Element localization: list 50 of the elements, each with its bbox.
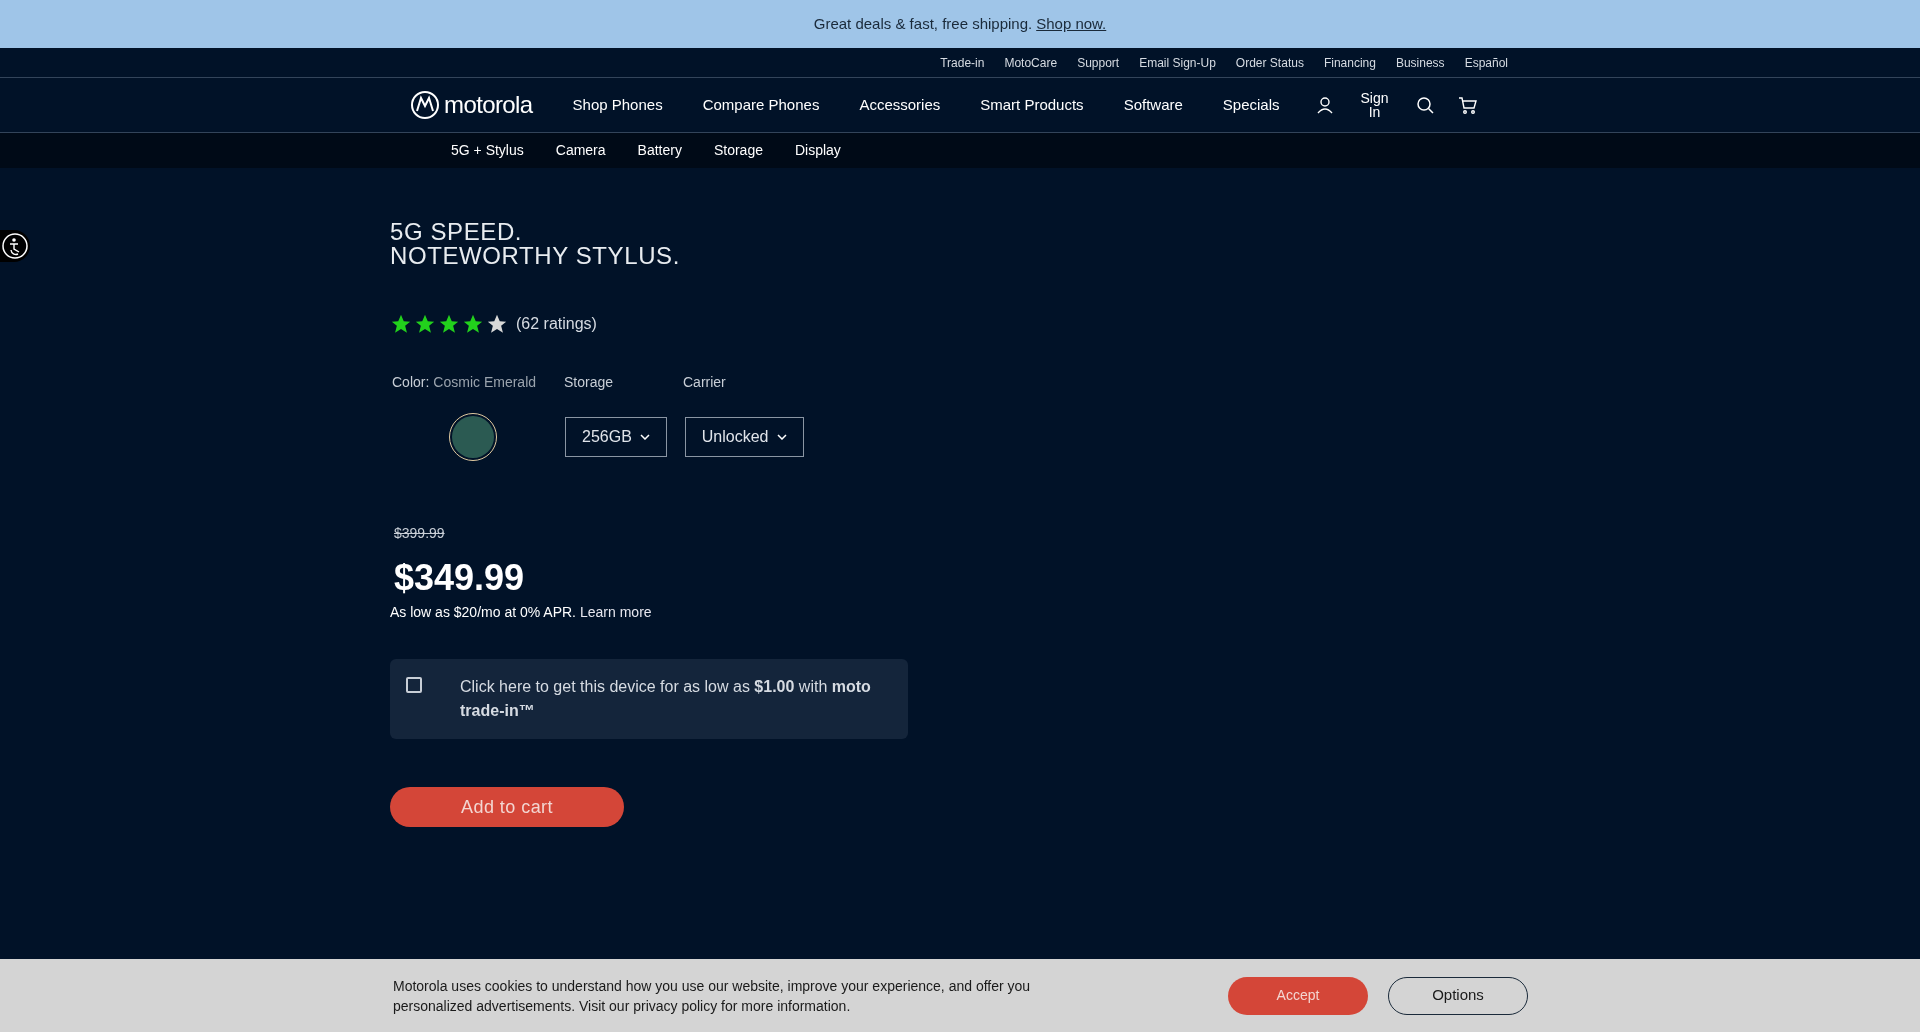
trade-in-checkbox[interactable] bbox=[406, 677, 422, 693]
utility-link[interactable]: Español bbox=[1464, 53, 1508, 72]
section-link[interactable]: 5G + Stylus bbox=[451, 140, 524, 161]
nav-link[interactable]: Accessories bbox=[859, 93, 941, 117]
learn-more-link[interactable]: Learn more bbox=[580, 602, 652, 623]
star-icon bbox=[486, 313, 508, 335]
logo-wordmark[interactable]: motorola bbox=[444, 87, 533, 123]
section-link[interactable]: Display bbox=[794, 140, 841, 161]
ratings-count[interactable]: (62 ratings) bbox=[516, 312, 597, 336]
star-icon bbox=[390, 313, 412, 335]
section-link[interactable]: Battery bbox=[637, 140, 682, 161]
nav-link[interactable]: Software bbox=[1123, 93, 1183, 117]
star-icon bbox=[438, 313, 460, 335]
nav-link[interactable]: Specials bbox=[1222, 93, 1280, 117]
carrier-dropdown[interactable]: Unlocked bbox=[684, 417, 804, 457]
storage-dropdown[interactable]: 256GB bbox=[565, 417, 667, 457]
chevron-icon bbox=[639, 434, 650, 440]
star-icon bbox=[462, 313, 484, 335]
sale-price: $349.99 bbox=[393, 560, 526, 596]
chevron-icon bbox=[776, 434, 787, 440]
nav-link[interactable]: Shop Phones bbox=[572, 93, 663, 117]
utility-link[interactable]: Order Status bbox=[1235, 53, 1304, 72]
section-link[interactable]: Storage bbox=[713, 140, 763, 161]
sign-in-link[interactable]: Sign In bbox=[1357, 91, 1392, 119]
financing-text: As low as $20/mo at 0% APR. bbox=[390, 603, 576, 622]
storage-label: Storage bbox=[564, 373, 615, 392]
cookie-text: Motorola uses cookies to understand how you use our website, improve your experience, and offer you personalized advertisements. Visit our privacy policy for more information. bbox=[393, 976, 1032, 1016]
utility-link[interactable]: MotoCare bbox=[1004, 53, 1058, 72]
trade-in-text: Click here to get this device for as low as $1.00 with moto trade-in™ bbox=[460, 677, 872, 721]
section-link[interactable]: Camera bbox=[555, 140, 606, 161]
utility-link[interactable]: Trade-in bbox=[940, 53, 985, 72]
logo-icon[interactable] bbox=[410, 90, 440, 120]
carrier-label: Carrier bbox=[683, 373, 726, 392]
utility-link[interactable]: Support bbox=[1077, 53, 1120, 72]
nav-link[interactable]: Smart Products bbox=[980, 93, 1084, 117]
star-icon bbox=[414, 313, 436, 335]
utility-link[interactable]: Financing bbox=[1323, 53, 1376, 72]
utility-link[interactable]: Business bbox=[1395, 53, 1445, 72]
original-price: $399.99 bbox=[393, 524, 446, 543]
color-value: Cosmic Emerald bbox=[433, 373, 537, 392]
utility-link[interactable]: Email Sign-Up bbox=[1139, 53, 1216, 72]
user-icon[interactable] bbox=[1315, 96, 1334, 114]
shop-now-link[interactable]: Shop now. bbox=[1036, 12, 1107, 36]
product-headline: 5G SPEED. NOTEWORTHY STYLUS. bbox=[390, 220, 681, 268]
search-icon[interactable] bbox=[1415, 96, 1434, 114]
accessibility-icon[interactable] bbox=[0, 230, 30, 262]
promo-text: Great deals & fast, free shipping. bbox=[813, 13, 1033, 34]
nav-link[interactable]: Compare Phones bbox=[702, 93, 820, 117]
color-label: Color: bbox=[392, 373, 430, 392]
cart-icon[interactable] bbox=[1457, 96, 1478, 114]
